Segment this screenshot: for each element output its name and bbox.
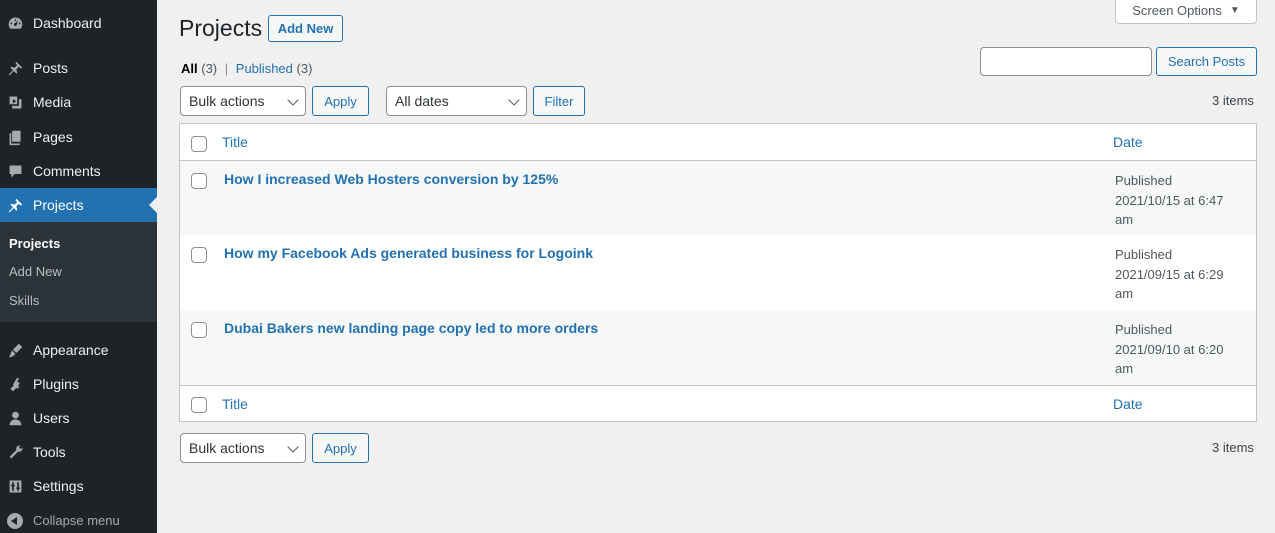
post-date-value: 2021/09/15 at 6:29 — [1115, 266, 1224, 282]
title-column-header[interactable]: Title — [222, 134, 248, 150]
sidebar-item-label: Pages — [33, 129, 73, 145]
search-input[interactable] — [980, 47, 1152, 76]
dashboard-icon — [6, 14, 24, 32]
sidebar-item-media[interactable]: Media — [0, 85, 157, 119]
sidebar-item-pages[interactable]: Pages — [0, 120, 157, 154]
collapse-menu-label: Collapse menu — [33, 513, 120, 528]
chevron-down-icon — [508, 94, 520, 106]
post-title-link[interactable]: How my Facebook Ads generated business f… — [224, 245, 593, 261]
pages-icon — [6, 128, 24, 146]
status-filter-links: All (3) | Published (3) — [181, 61, 312, 76]
table-header: Title Date — [180, 124, 1256, 161]
sidebar-item-label: Projects — [33, 197, 84, 213]
submenu-item-add-new[interactable]: Add New — [9, 264, 62, 279]
sidebar-item-label: Media — [33, 94, 72, 110]
sidebar-item-label: Users — [33, 410, 70, 426]
screen-options-label: Screen Options — [1132, 2, 1222, 18]
apply-button[interactable]: Apply — [312, 86, 369, 116]
sidebar-item-label: Dashboard — [33, 15, 102, 31]
posts-table: Title Date How I increased Web Hosters c… — [179, 123, 1257, 422]
post-date: Published 2021/10/15 at 6:47 am — [1115, 171, 1255, 230]
dates-filter-select[interactable]: All dates — [386, 86, 527, 116]
table-row: Dubai Bakers new landing page copy led t… — [180, 310, 1256, 385]
bulk-actions-select[interactable]: Bulk actions — [180, 86, 306, 116]
sidebar-item-settings[interactable]: Settings — [0, 469, 157, 503]
post-date-value: 2021/09/10 at 6:20 — [1115, 341, 1224, 357]
sidebar-item-label: Tools — [33, 444, 66, 460]
pin-icon — [6, 196, 24, 214]
view-published-link[interactable]: Published — [236, 61, 293, 76]
table-row: How my Facebook Ads generated business f… — [180, 235, 1256, 310]
post-date-ampm: am — [1115, 361, 1134, 376]
post-date: Published 2021/09/10 at 6:20 am — [1115, 320, 1255, 379]
add-new-button[interactable]: Add New — [268, 15, 343, 42]
post-title-link[interactable]: How I increased Web Hosters conversion b… — [224, 171, 558, 187]
sidebar-item-users[interactable]: Users — [0, 401, 157, 435]
table-footer: Title Date — [180, 385, 1256, 422]
sidebar-item-label: Appearance — [33, 342, 109, 358]
row-checkbox[interactable] — [191, 322, 207, 338]
admin-sidebar: Dashboard Posts Media Pages Comments Pro… — [0, 0, 157, 533]
row-checkbox[interactable] — [191, 173, 207, 189]
page-title: Projects — [179, 15, 263, 41]
pin-icon — [6, 59, 24, 77]
sidebar-item-tools[interactable]: Tools — [0, 435, 157, 469]
submenu-item-projects[interactable]: Projects — [9, 236, 60, 251]
filter-button[interactable]: Filter — [533, 86, 585, 116]
sidebar-item-dashboard[interactable]: Dashboard — [0, 6, 157, 40]
submenu-item-skills[interactable]: Skills — [9, 293, 39, 308]
comment-icon — [6, 162, 24, 180]
dates-filter-value: All dates — [395, 93, 449, 109]
post-status: Published — [1115, 247, 1173, 262]
collapse-menu-button[interactable]: Collapse menu — [0, 508, 157, 532]
sidebar-item-label: Posts — [33, 60, 69, 76]
collapse-arrow-icon — [7, 513, 23, 529]
items-count: 3 items — [1212, 440, 1254, 455]
sidebar-item-posts[interactable]: Posts — [0, 51, 157, 85]
sidebar-item-projects[interactable]: Projects — [0, 188, 157, 222]
row-checkbox[interactable] — [191, 247, 207, 263]
sidebar-item-plugins[interactable]: Plugins — [0, 367, 157, 401]
post-status: Published — [1115, 322, 1173, 337]
view-published-count: (3) — [296, 61, 313, 76]
table-row: How I increased Web Hosters conversion b… — [180, 161, 1256, 235]
date-column-footer[interactable]: Date — [1113, 396, 1143, 412]
items-count: 3 items — [1212, 93, 1254, 108]
user-icon — [6, 409, 24, 427]
bulk-actions-select[interactable]: Bulk actions — [180, 433, 306, 463]
post-status: Published — [1115, 173, 1173, 188]
media-icon — [6, 93, 24, 111]
sidebar-item-appearance[interactable]: Appearance — [0, 333, 157, 367]
post-date-value: 2021/10/15 at 6:47 — [1115, 192, 1224, 208]
date-column-header[interactable]: Date — [1113, 134, 1143, 150]
select-all-checkbox[interactable] — [191, 136, 207, 152]
post-date-ampm: am — [1115, 212, 1134, 227]
select-all-checkbox[interactable] — [191, 397, 207, 413]
caret-down-icon: ▼ — [1229, 4, 1240, 16]
chevron-down-icon — [287, 94, 299, 106]
chevron-down-icon — [287, 441, 299, 453]
bulk-actions-value: Bulk actions — [189, 440, 265, 456]
view-all-link[interactable]: All — [181, 61, 198, 76]
brush-icon — [6, 341, 24, 359]
view-separator: | — [224, 61, 229, 76]
projects-submenu: Projects Add New Skills — [0, 222, 157, 322]
sidebar-item-label: Comments — [33, 163, 101, 179]
post-date: Published 2021/09/15 at 6:29 am — [1115, 245, 1255, 304]
search-posts-button[interactable]: Search Posts — [1156, 47, 1257, 76]
bulk-actions-value: Bulk actions — [189, 93, 265, 109]
view-all-count: (3) — [201, 61, 218, 76]
post-title-link[interactable]: Dubai Bakers new landing page copy led t… — [224, 320, 598, 336]
title-column-footer[interactable]: Title — [222, 396, 248, 412]
sidebar-item-comments[interactable]: Comments — [0, 154, 157, 188]
screen-options-button[interactable]: Screen Options ▼ — [1115, 0, 1257, 24]
settings-icon — [6, 477, 24, 495]
apply-button[interactable]: Apply — [312, 433, 369, 463]
sidebar-item-label: Settings — [33, 478, 84, 494]
plug-icon — [6, 375, 24, 393]
sidebar-item-label: Plugins — [33, 376, 79, 392]
post-date-ampm: am — [1115, 286, 1134, 301]
wrench-icon — [6, 443, 24, 461]
